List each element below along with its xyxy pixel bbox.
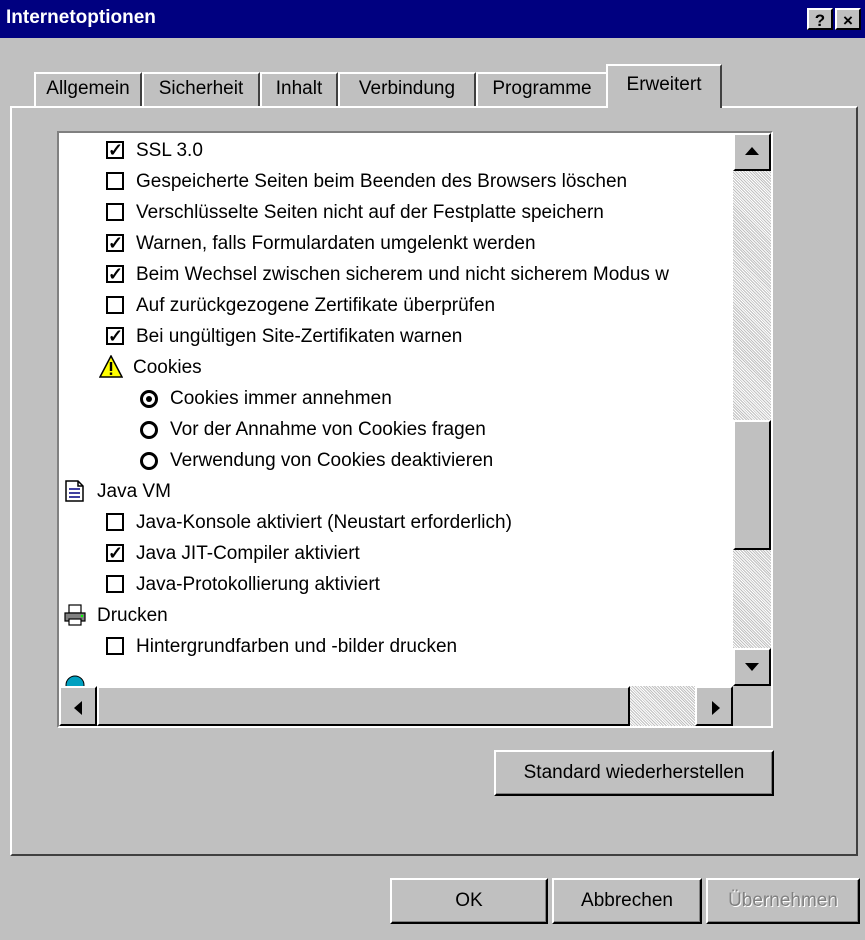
horizontal-scrollbar[interactable] <box>59 686 733 726</box>
checkbox[interactable] <box>106 203 124 221</box>
scroll-right-button[interactable] <box>695 686 733 726</box>
check-mark-icon: ✓ <box>108 233 124 253</box>
arrow-down-icon <box>745 663 759 671</box>
setting-label: Verschlüsselte Seiten nicht auf der Fest… <box>136 202 604 223</box>
setting-label: Beim Wechsel zwischen sicherem und nicht… <box>136 264 669 285</box>
setting-label: Cookies immer annehmen <box>170 388 392 409</box>
setting-label: Java JIT-Compiler aktiviert <box>136 543 360 564</box>
setting-label: Auf zurückgezogene Zertifikate überprüfe… <box>136 295 496 316</box>
arrow-left-icon <box>74 701 82 715</box>
scrollbar-corner <box>733 686 771 726</box>
tab-verbindung[interactable]: Verbindung <box>338 72 476 106</box>
category-label: Cookies <box>133 357 202 378</box>
scroll-left-button[interactable] <box>59 686 97 726</box>
tab-allgemein[interactable]: Allgemein <box>34 72 142 106</box>
cancel-button[interactable]: Abbrechen <box>552 878 702 924</box>
tab-programme[interactable]: Programme <box>476 72 608 106</box>
ok-button[interactable]: OK <box>390 878 548 924</box>
arrow-up-icon <box>745 147 759 155</box>
setting-label: SSL 3.0 <box>136 140 203 161</box>
window-title: Internetoptionen <box>6 7 156 28</box>
restore-defaults-button[interactable]: Standard wiederherstellen <box>494 750 774 796</box>
arrow-right-icon <box>712 701 720 715</box>
restore-defaults-label: Standard wiederherstellen <box>523 762 745 783</box>
setting-label: Java-Konsole aktiviert (Neustart erforde… <box>136 512 512 533</box>
setting-label: Warnen, falls Formulardaten umgelenkt we… <box>136 233 536 254</box>
warning-icon <box>99 355 123 378</box>
vertical-scrollbar[interactable] <box>733 133 771 686</box>
apply-label: Übernehmen <box>728 890 838 911</box>
checkbox[interactable]: ✓ <box>106 543 124 563</box>
radio-button[interactable] <box>140 390 158 408</box>
search-category-icon <box>65 675 85 686</box>
settings-list-content: ✓ SSL 3.0 Gespeicherte Seiten beim Beend… <box>59 133 731 686</box>
tab-sicherheit[interactable]: Sicherheit <box>142 72 260 106</box>
radio-button[interactable] <box>140 452 158 470</box>
radio-button[interactable] <box>140 421 158 439</box>
check-mark-icon: ✓ <box>108 326 124 346</box>
settings-list[interactable]: ✓ SSL 3.0 Gespeicherte Seiten beim Beend… <box>57 131 773 728</box>
tab-inhalt[interactable]: Inhalt <box>260 72 338 106</box>
document-icon <box>65 480 84 502</box>
category-label: Drucken <box>97 605 168 626</box>
check-mark-icon: ✓ <box>108 140 124 160</box>
printer-icon <box>64 604 86 626</box>
horizontal-scroll-thumb[interactable] <box>97 686 630 726</box>
title-bar[interactable]: Internetoptionen ? × <box>0 0 865 38</box>
checkbox[interactable] <box>106 296 124 314</box>
checkbox[interactable]: ✓ <box>106 264 124 284</box>
checkbox[interactable]: ✓ <box>106 326 124 346</box>
help-button[interactable]: ? <box>807 8 833 30</box>
setting-label: Hintergrundfarben und -bilder drucken <box>136 636 458 657</box>
radio-dot-icon <box>146 396 152 402</box>
setting-label: Verwendung von Cookies deaktivieren <box>170 450 494 471</box>
checkbox[interactable] <box>106 513 124 531</box>
scroll-down-button[interactable] <box>733 648 771 686</box>
checkbox[interactable]: ✓ <box>106 233 124 253</box>
category-label: Java VM <box>97 481 171 502</box>
close-button[interactable]: × <box>835 8 861 30</box>
setting-label: Vor der Annahme von Cookies fragen <box>170 419 486 440</box>
tab-erweitert[interactable]: Erweitert <box>606 64 722 108</box>
checkbox[interactable] <box>106 637 124 655</box>
scroll-up-button[interactable] <box>733 133 771 171</box>
checkbox[interactable] <box>106 575 124 593</box>
scroll-thumb[interactable] <box>733 420 771 550</box>
setting-label: Java-Protokollierung aktiviert <box>136 574 380 595</box>
cancel-label: Abbrechen <box>581 890 673 911</box>
apply-button[interactable]: Übernehmen <box>706 878 860 924</box>
check-mark-icon: ✓ <box>108 543 124 563</box>
setting-label: Bei ungültigen Site-Zertifikaten warnen <box>136 326 463 347</box>
check-mark-icon: ✓ <box>108 264 124 284</box>
ok-label: OK <box>455 890 483 911</box>
checkbox[interactable] <box>106 172 124 190</box>
checkbox[interactable]: ✓ <box>106 140 124 160</box>
setting-label: Gespeicherte Seiten beim Beenden des Bro… <box>136 171 628 192</box>
